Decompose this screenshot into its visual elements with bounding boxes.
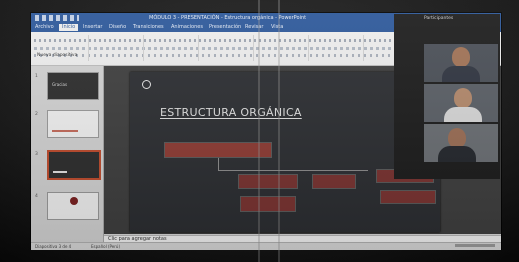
participant-body <box>442 66 480 82</box>
thumbnail-decoration <box>53 171 67 173</box>
language-indicator: Español (Perú) <box>91 244 120 249</box>
org-chart-box[interactable] <box>164 142 272 158</box>
connector-line <box>218 170 368 171</box>
connector-line <box>218 158 219 170</box>
zoom-slider[interactable] <box>455 244 495 247</box>
tab-review[interactable]: Revisar <box>245 24 263 31</box>
slide-counter: Diapositiva 3 de 4 <box>35 244 72 249</box>
notes-pane[interactable]: Clic para agregar notas <box>104 235 501 242</box>
tab-design[interactable]: Diseño <box>109 24 126 31</box>
new-slide-button[interactable]: Nueva diapositiva <box>37 53 77 58</box>
slide-thumbnail[interactable] <box>47 110 99 138</box>
slide-thumbnail-pane: 1 Gracias 2 3 4 <box>31 66 104 242</box>
tab-file[interactable]: Archivo <box>35 24 54 31</box>
emblem-icon <box>70 197 78 205</box>
thumbnail-number: 3 <box>35 152 38 157</box>
tab-transitions[interactable]: Transiciones <box>133 24 164 31</box>
slide-title[interactable]: ESTRUCTURA ORGÁNICA <box>160 106 302 119</box>
thumbnail-text: Gracias <box>52 82 68 87</box>
participant-head <box>448 128 466 148</box>
participant-body <box>444 107 482 122</box>
participant-video-tile[interactable] <box>424 84 498 122</box>
tab-home[interactable]: Inicio <box>59 24 79 31</box>
org-chart-box[interactable] <box>238 174 298 189</box>
quick-access-toolbar[interactable] <box>35 15 79 21</box>
slide-thumbnail[interactable]: Gracias <box>47 72 99 100</box>
ribbon-command-groups[interactable] <box>34 35 405 61</box>
window-title: MÓDULO 3 - PRESENTACIÓN - Estructura org… <box>149 15 307 21</box>
thumbnail-number: 2 <box>35 112 38 117</box>
participant-video-tile[interactable] <box>424 124 498 162</box>
video-call-panel: Participantes <box>394 14 500 179</box>
org-chart-box[interactable] <box>312 174 356 189</box>
window-divider <box>278 0 280 262</box>
slide-thumbnail[interactable] <box>47 192 99 220</box>
thumbnail-number: 1 <box>35 74 38 79</box>
status-bar: Diapositiva 3 de 4 Español (Perú) <box>31 242 501 250</box>
video-panel-title: Participantes <box>424 16 454 21</box>
thumbnail-number: 4 <box>35 194 38 199</box>
tab-insert[interactable]: Insertar <box>83 24 102 31</box>
thumbnail-decoration <box>52 130 78 132</box>
participant-head <box>454 88 472 108</box>
slide-thumbnail-selected[interactable] <box>47 150 101 180</box>
participant-body <box>438 146 476 162</box>
photo-of-monitor: MÓDULO 3 - PRESENTACIÓN - Estructura org… <box>0 0 519 262</box>
tab-animations[interactable]: Animaciones <box>171 24 203 31</box>
participant-video-tile[interactable] <box>424 44 498 82</box>
organization-logo-icon <box>142 80 151 89</box>
window-divider <box>258 0 260 262</box>
org-chart-box[interactable] <box>380 190 436 204</box>
participant-head <box>452 47 470 67</box>
tab-slideshow[interactable]: Presentación <box>209 24 241 31</box>
org-chart-box[interactable] <box>240 196 296 212</box>
